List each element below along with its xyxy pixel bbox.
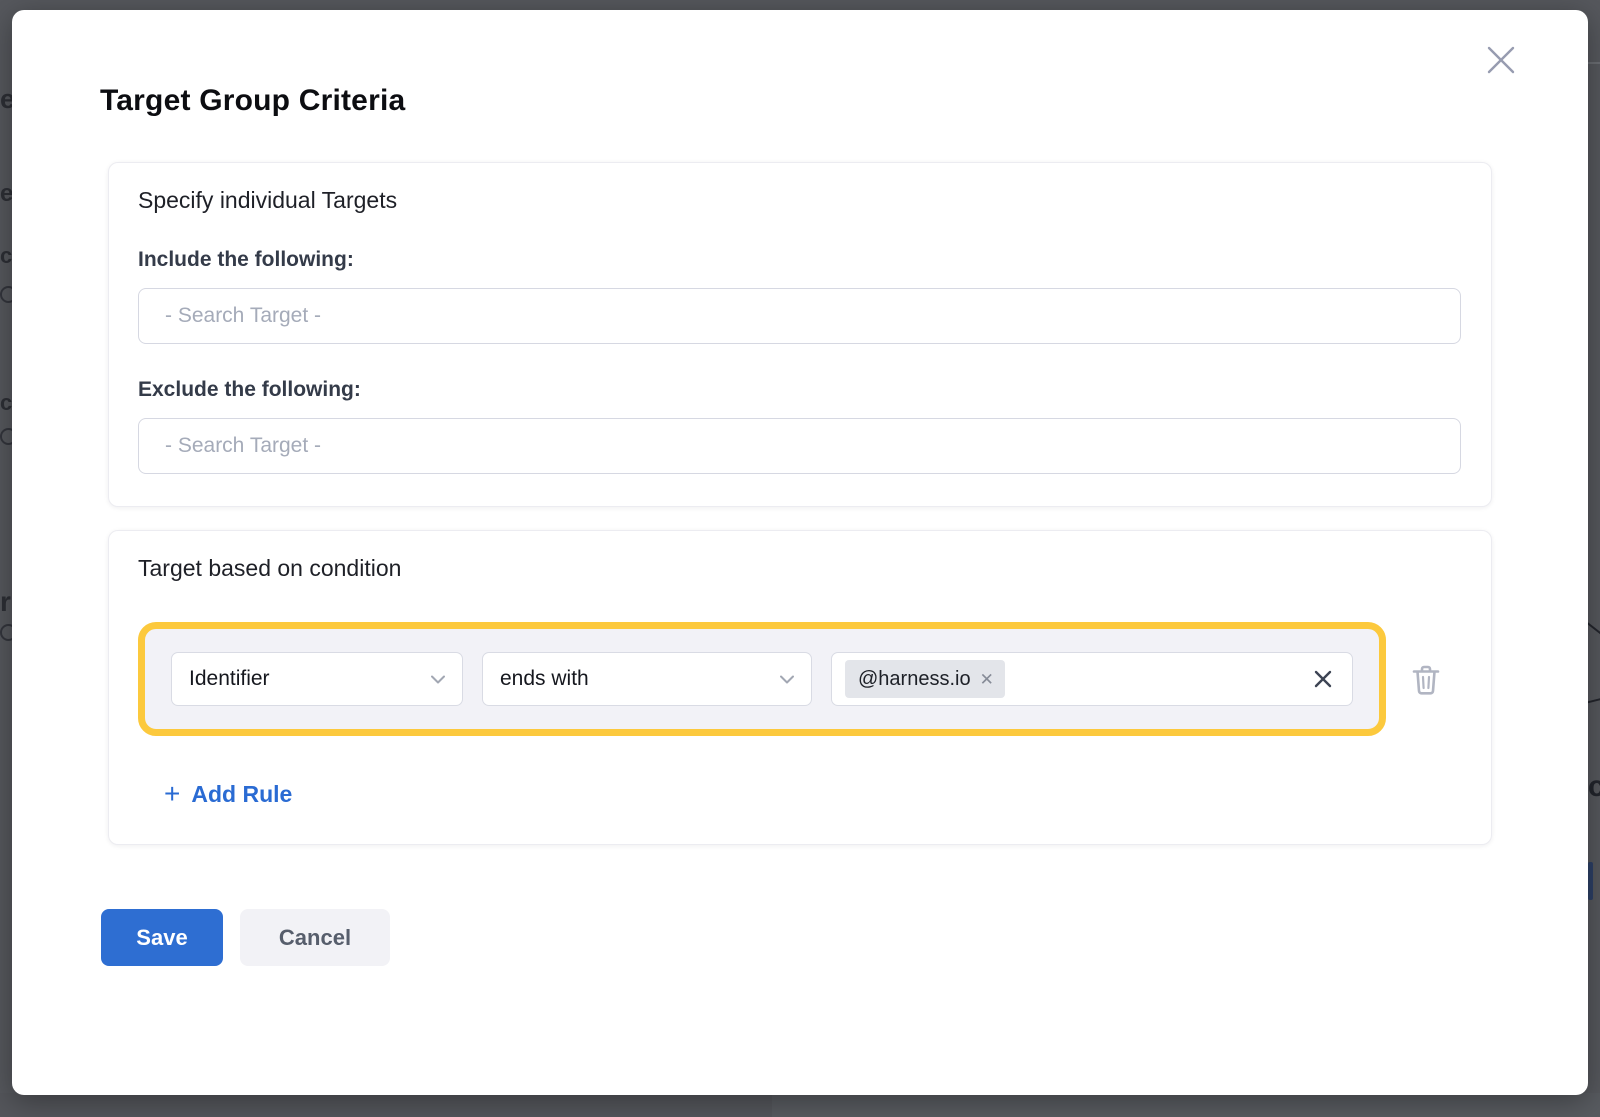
trash-icon <box>1411 663 1441 696</box>
remove-value-icon[interactable]: ✕ <box>980 671 994 688</box>
close-icon[interactable] <box>1482 41 1520 79</box>
target-group-criteria-modal: Target Group Criteria Specify individual… <box>12 10 1588 1095</box>
background-blue-element <box>1588 862 1593 900</box>
value-chip-label: @harness.io <box>858 668 971 691</box>
individual-targets-section: Specify individual Targets Include the f… <box>108 162 1492 507</box>
clear-x-glyph <box>1312 668 1334 690</box>
background-text-fragment: r <box>0 586 11 618</box>
add-rule-button[interactable]: + Add Rule <box>164 780 292 808</box>
background-text-fragment: cl <box>0 390 12 416</box>
background-ring-fragment <box>0 286 12 303</box>
background-diagram-line <box>1588 696 1600 705</box>
background-line <box>1588 62 1600 64</box>
exclude-label: Exclude the following: <box>138 378 1461 402</box>
values-input[interactable]: @harness.io ✕ <box>831 652 1353 706</box>
modal-footer: Save Cancel <box>101 909 1588 966</box>
chevron-down-icon <box>431 675 445 684</box>
section-heading-condition: Target based on condition <box>138 555 1461 582</box>
condition-section: Target based on condition Identifier end… <box>108 530 1492 845</box>
background-bottom-divider <box>0 1093 772 1117</box>
background-ring-fragment <box>0 428 12 445</box>
section-heading-individual: Specify individual Targets <box>138 187 1461 214</box>
attribute-select-value: Identifier <box>189 667 270 691</box>
background-text-fragment: c <box>1588 770 1600 804</box>
background-text-fragment: er <box>0 84 12 115</box>
delete-rule-button[interactable] <box>1411 663 1441 696</box>
cancel-button[interactable]: Cancel <box>240 909 390 966</box>
operator-select-value: ends with <box>500 667 589 691</box>
save-button[interactable]: Save <box>101 909 223 966</box>
exclude-target-input[interactable] <box>138 418 1461 474</box>
background-right-strip: c <box>1588 0 1600 1117</box>
clear-values-icon[interactable] <box>1312 668 1334 690</box>
attribute-select[interactable]: Identifier <box>171 652 463 706</box>
modal-title: Target Group Criteria <box>100 84 1588 118</box>
background-diagram-line <box>1588 619 1600 639</box>
background-text-fragment: cl <box>0 243 12 269</box>
page-background: er e cl cl r c Target Group Criteria Specify… <box>0 0 1600 1117</box>
operator-select[interactable]: ends with <box>482 652 812 706</box>
condition-rule-row: Identifier ends with @harness.io <box>138 622 1386 736</box>
include-target-input[interactable] <box>138 288 1461 344</box>
include-label: Include the following: <box>138 248 1461 272</box>
background-left-strip: er e cl cl r <box>0 0 12 1117</box>
rule-line: Identifier ends with @harness.io <box>138 622 1461 736</box>
chevron-down-icon <box>780 675 794 684</box>
close-x-glyph <box>1484 43 1518 77</box>
background-ring-fragment <box>0 624 12 641</box>
background-text-fragment: e <box>0 180 12 208</box>
plus-icon: + <box>164 780 180 808</box>
add-rule-label: Add Rule <box>191 781 292 808</box>
value-chip: @harness.io ✕ <box>845 660 1005 698</box>
background-bottom-strip <box>0 1093 1600 1117</box>
